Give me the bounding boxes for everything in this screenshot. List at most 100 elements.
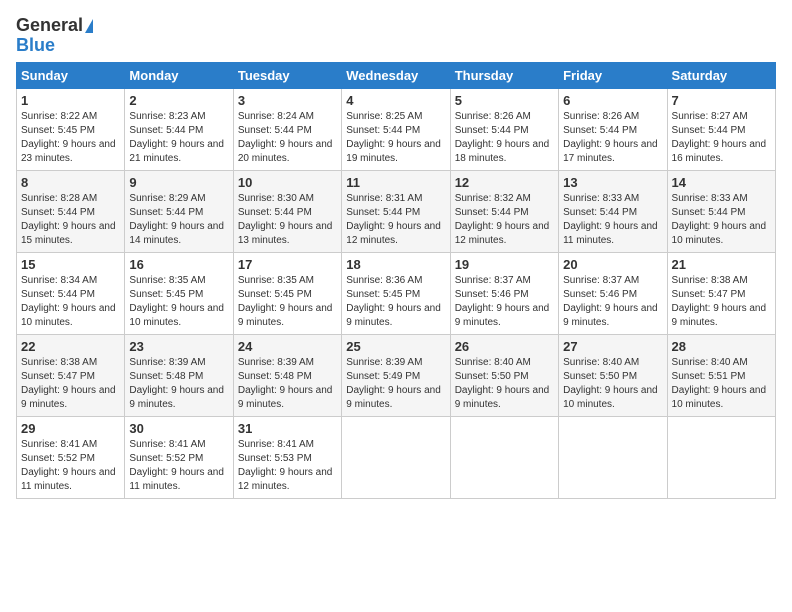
calendar-cell: 13 Sunrise: 8:33 AMSunset: 5:44 PMDaylig…: [559, 170, 667, 252]
day-number: 4: [346, 93, 445, 108]
day-detail: Sunrise: 8:37 AMSunset: 5:46 PMDaylight:…: [563, 275, 658, 328]
day-number: 13: [563, 175, 662, 190]
logo-triangle-icon: [85, 19, 93, 33]
logo: General Blue: [16, 16, 93, 56]
day-detail: Sunrise: 8:41 AMSunset: 5:52 PMDaylight:…: [21, 439, 116, 492]
day-detail: Sunrise: 8:26 AMSunset: 5:44 PMDaylight:…: [563, 111, 658, 164]
calendar-week-row: 22 Sunrise: 8:38 AMSunset: 5:47 PMDaylig…: [17, 334, 776, 416]
calendar-header-friday: Friday: [559, 62, 667, 88]
calendar-cell: 8 Sunrise: 8:28 AMSunset: 5:44 PMDayligh…: [17, 170, 125, 252]
calendar-cell: 12 Sunrise: 8:32 AMSunset: 5:44 PMDaylig…: [450, 170, 558, 252]
day-detail: Sunrise: 8:27 AMSunset: 5:44 PMDaylight:…: [672, 111, 767, 164]
calendar-header-row: SundayMondayTuesdayWednesdayThursdayFrid…: [17, 62, 776, 88]
day-detail: Sunrise: 8:25 AMSunset: 5:44 PMDaylight:…: [346, 111, 441, 164]
calendar-cell: 11 Sunrise: 8:31 AMSunset: 5:44 PMDaylig…: [342, 170, 450, 252]
calendar-week-row: 29 Sunrise: 8:41 AMSunset: 5:52 PMDaylig…: [17, 416, 776, 498]
day-detail: Sunrise: 8:31 AMSunset: 5:44 PMDaylight:…: [346, 193, 441, 246]
calendar-cell: 7 Sunrise: 8:27 AMSunset: 5:44 PMDayligh…: [667, 88, 775, 170]
calendar-cell: 30 Sunrise: 8:41 AMSunset: 5:52 PMDaylig…: [125, 416, 233, 498]
calendar-cell: [342, 416, 450, 498]
day-detail: Sunrise: 8:29 AMSunset: 5:44 PMDaylight:…: [129, 193, 224, 246]
day-detail: Sunrise: 8:41 AMSunset: 5:52 PMDaylight:…: [129, 439, 224, 492]
day-detail: Sunrise: 8:22 AMSunset: 5:45 PMDaylight:…: [21, 111, 116, 164]
day-number: 19: [455, 257, 554, 272]
day-number: 7: [672, 93, 771, 108]
day-detail: Sunrise: 8:32 AMSunset: 5:44 PMDaylight:…: [455, 193, 550, 246]
day-number: 30: [129, 421, 228, 436]
day-detail: Sunrise: 8:39 AMSunset: 5:49 PMDaylight:…: [346, 357, 441, 410]
day-number: 1: [21, 93, 120, 108]
day-detail: Sunrise: 8:39 AMSunset: 5:48 PMDaylight:…: [129, 357, 224, 410]
calendar-cell: 17 Sunrise: 8:35 AMSunset: 5:45 PMDaylig…: [233, 252, 341, 334]
calendar-header-saturday: Saturday: [667, 62, 775, 88]
logo-general-text: General: [16, 16, 83, 36]
calendar-week-row: 8 Sunrise: 8:28 AMSunset: 5:44 PMDayligh…: [17, 170, 776, 252]
calendar-header-sunday: Sunday: [17, 62, 125, 88]
calendar-cell: 19 Sunrise: 8:37 AMSunset: 5:46 PMDaylig…: [450, 252, 558, 334]
day-number: 5: [455, 93, 554, 108]
day-number: 21: [672, 257, 771, 272]
calendar-header-wednesday: Wednesday: [342, 62, 450, 88]
day-number: 31: [238, 421, 337, 436]
calendar-week-row: 1 Sunrise: 8:22 AMSunset: 5:45 PMDayligh…: [17, 88, 776, 170]
calendar-cell: 9 Sunrise: 8:29 AMSunset: 5:44 PMDayligh…: [125, 170, 233, 252]
calendar-header-monday: Monday: [125, 62, 233, 88]
day-detail: Sunrise: 8:24 AMSunset: 5:44 PMDaylight:…: [238, 111, 333, 164]
day-detail: Sunrise: 8:39 AMSunset: 5:48 PMDaylight:…: [238, 357, 333, 410]
calendar-cell: 10 Sunrise: 8:30 AMSunset: 5:44 PMDaylig…: [233, 170, 341, 252]
calendar-cell: 23 Sunrise: 8:39 AMSunset: 5:48 PMDaylig…: [125, 334, 233, 416]
day-detail: Sunrise: 8:33 AMSunset: 5:44 PMDaylight:…: [563, 193, 658, 246]
calendar-cell: 26 Sunrise: 8:40 AMSunset: 5:50 PMDaylig…: [450, 334, 558, 416]
calendar-cell: 5 Sunrise: 8:26 AMSunset: 5:44 PMDayligh…: [450, 88, 558, 170]
logo-blue-text: Blue: [16, 36, 55, 56]
day-number: 18: [346, 257, 445, 272]
calendar-header-tuesday: Tuesday: [233, 62, 341, 88]
day-detail: Sunrise: 8:40 AMSunset: 5:51 PMDaylight:…: [672, 357, 767, 410]
page-header: General Blue: [16, 16, 776, 56]
day-number: 29: [21, 421, 120, 436]
day-detail: Sunrise: 8:36 AMSunset: 5:45 PMDaylight:…: [346, 275, 441, 328]
day-number: 28: [672, 339, 771, 354]
calendar-cell: 25 Sunrise: 8:39 AMSunset: 5:49 PMDaylig…: [342, 334, 450, 416]
day-number: 23: [129, 339, 228, 354]
day-number: 8: [21, 175, 120, 190]
calendar-cell: 16 Sunrise: 8:35 AMSunset: 5:45 PMDaylig…: [125, 252, 233, 334]
calendar-cell: 29 Sunrise: 8:41 AMSunset: 5:52 PMDaylig…: [17, 416, 125, 498]
day-number: 6: [563, 93, 662, 108]
calendar-cell: [450, 416, 558, 498]
day-number: 17: [238, 257, 337, 272]
calendar-cell: 24 Sunrise: 8:39 AMSunset: 5:48 PMDaylig…: [233, 334, 341, 416]
day-detail: Sunrise: 8:40 AMSunset: 5:50 PMDaylight:…: [563, 357, 658, 410]
calendar-cell: 27 Sunrise: 8:40 AMSunset: 5:50 PMDaylig…: [559, 334, 667, 416]
day-number: 25: [346, 339, 445, 354]
calendar-cell: 14 Sunrise: 8:33 AMSunset: 5:44 PMDaylig…: [667, 170, 775, 252]
day-number: 10: [238, 175, 337, 190]
calendar-cell: 28 Sunrise: 8:40 AMSunset: 5:51 PMDaylig…: [667, 334, 775, 416]
day-number: 9: [129, 175, 228, 190]
calendar-week-row: 15 Sunrise: 8:34 AMSunset: 5:44 PMDaylig…: [17, 252, 776, 334]
day-detail: Sunrise: 8:41 AMSunset: 5:53 PMDaylight:…: [238, 439, 333, 492]
calendar-cell: [667, 416, 775, 498]
day-detail: Sunrise: 8:35 AMSunset: 5:45 PMDaylight:…: [129, 275, 224, 328]
day-number: 24: [238, 339, 337, 354]
day-detail: Sunrise: 8:33 AMSunset: 5:44 PMDaylight:…: [672, 193, 767, 246]
calendar-cell: 6 Sunrise: 8:26 AMSunset: 5:44 PMDayligh…: [559, 88, 667, 170]
day-detail: Sunrise: 8:35 AMSunset: 5:45 PMDaylight:…: [238, 275, 333, 328]
day-number: 22: [21, 339, 120, 354]
calendar-cell: 31 Sunrise: 8:41 AMSunset: 5:53 PMDaylig…: [233, 416, 341, 498]
calendar-cell: [559, 416, 667, 498]
day-number: 15: [21, 257, 120, 272]
calendar-cell: 2 Sunrise: 8:23 AMSunset: 5:44 PMDayligh…: [125, 88, 233, 170]
calendar-cell: 18 Sunrise: 8:36 AMSunset: 5:45 PMDaylig…: [342, 252, 450, 334]
day-number: 3: [238, 93, 337, 108]
calendar-cell: 21 Sunrise: 8:38 AMSunset: 5:47 PMDaylig…: [667, 252, 775, 334]
calendar-cell: 3 Sunrise: 8:24 AMSunset: 5:44 PMDayligh…: [233, 88, 341, 170]
day-number: 16: [129, 257, 228, 272]
day-detail: Sunrise: 8:23 AMSunset: 5:44 PMDaylight:…: [129, 111, 224, 164]
day-detail: Sunrise: 8:37 AMSunset: 5:46 PMDaylight:…: [455, 275, 550, 328]
day-detail: Sunrise: 8:38 AMSunset: 5:47 PMDaylight:…: [21, 357, 116, 410]
day-detail: Sunrise: 8:30 AMSunset: 5:44 PMDaylight:…: [238, 193, 333, 246]
day-detail: Sunrise: 8:40 AMSunset: 5:50 PMDaylight:…: [455, 357, 550, 410]
calendar-cell: 22 Sunrise: 8:38 AMSunset: 5:47 PMDaylig…: [17, 334, 125, 416]
day-detail: Sunrise: 8:34 AMSunset: 5:44 PMDaylight:…: [21, 275, 116, 328]
